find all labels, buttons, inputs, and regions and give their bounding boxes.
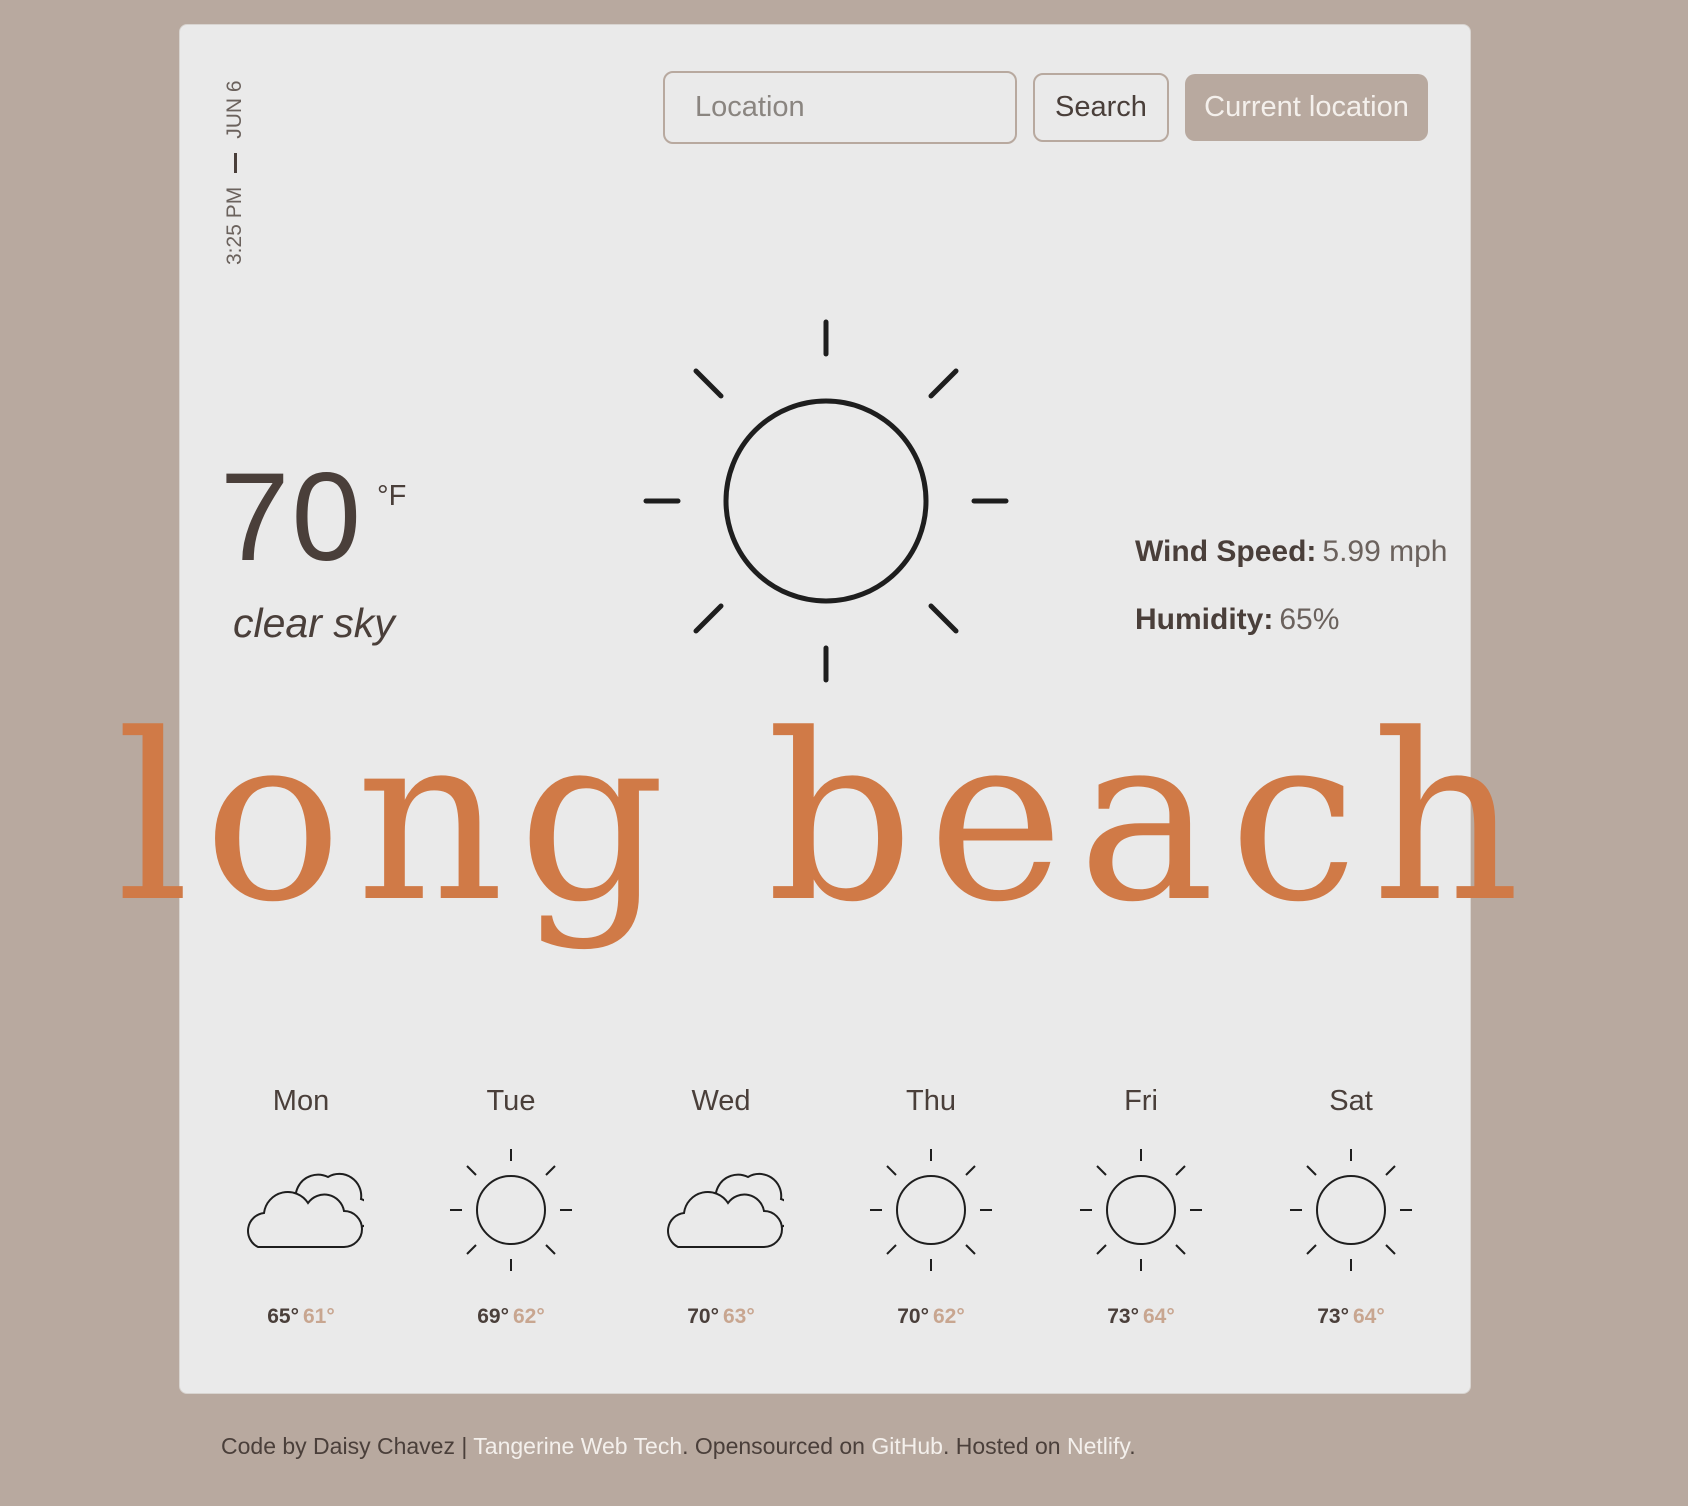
date-label: JUN 6 — [223, 80, 246, 139]
sun-icon — [1080, 1149, 1202, 1271]
forecast-low: 63° — [723, 1305, 755, 1328]
clouds-icon — [247, 1172, 364, 1248]
time-label: 3:25 PM — [223, 186, 246, 265]
forecast-high: 65° — [267, 1305, 299, 1328]
sun-icon — [450, 1149, 572, 1271]
forecast-low: 64° — [1143, 1305, 1175, 1328]
forecast-low: 61° — [303, 1305, 335, 1328]
forecast-high: 70° — [897, 1305, 929, 1328]
forecast-high: 70° — [687, 1305, 719, 1328]
footer-text: . Opensourced on — [682, 1433, 872, 1459]
forecast-low: 64° — [1353, 1305, 1385, 1328]
date-time: 3:25 PM JUN 6 — [220, 80, 250, 265]
tangerine-web-tech-link[interactable]: Tangerine Web Tech — [473, 1433, 682, 1459]
humidity-value: 65% — [1279, 603, 1340, 636]
location-search-input[interactable] — [663, 71, 1017, 144]
forecast-day-name: Sat — [1329, 1085, 1373, 1117]
wind-speed-value: 5.99 mph — [1322, 535, 1448, 568]
forecast-day: Wed 70° 63° — [616, 1085, 826, 1329]
forecast-day-name: Wed — [691, 1085, 751, 1117]
sun-icon — [870, 1149, 992, 1271]
forecast-day: Fri 73° 64° — [1036, 1085, 1246, 1329]
forecast-row: Mon 65° 61° Tue 69° 62° Wed 70° 63° Thu … — [196, 1085, 1456, 1345]
city-name: long beach — [116, 686, 1534, 953]
forecast-high: 69° — [477, 1305, 509, 1328]
forecast-day-name: Mon — [272, 1085, 330, 1117]
sun-icon — [643, 319, 1009, 683]
current-temperature: 70 — [220, 448, 364, 587]
forecast-day: Tue 69° 62° — [406, 1085, 616, 1329]
weather-description: clear sky — [233, 600, 395, 646]
wind-speed: Wind Speed: 5.99 mph — [1135, 535, 1448, 569]
footer-text: . — [1129, 1433, 1136, 1459]
date-separator — [233, 152, 237, 173]
forecast-day: Sat 73° 64° — [1246, 1085, 1456, 1329]
footer-text: . Hosted on — [942, 1433, 1067, 1459]
forecast-day: Mon 65° 61° — [196, 1085, 406, 1329]
footer-credit: Code by Daisy Chavez | — [221, 1433, 474, 1459]
humidity: Humidity: 65% — [1135, 603, 1339, 637]
forecast-day-name: Tue — [486, 1085, 536, 1117]
search-button[interactable]: Search — [1033, 73, 1169, 142]
forecast-low: 62° — [933, 1305, 965, 1328]
footer: Code by Daisy Chavez | Tangerine Web Tec… — [221, 1433, 1136, 1460]
forecast-high: 73° — [1317, 1305, 1349, 1328]
forecast-day-name: Thu — [906, 1085, 956, 1117]
sun-icon — [1290, 1149, 1412, 1271]
github-link[interactable]: GitHub — [871, 1433, 943, 1459]
current-location-button[interactable]: Current location — [1185, 74, 1428, 141]
clouds-icon — [667, 1172, 784, 1248]
forecast-high: 73° — [1107, 1305, 1139, 1328]
forecast-day-name: Fri — [1124, 1085, 1158, 1117]
wind-speed-label: Wind Speed: — [1135, 535, 1317, 568]
netlify-link[interactable]: Netlify — [1067, 1433, 1129, 1459]
temperature-unit: °F — [377, 480, 407, 512]
forecast-low: 62° — [513, 1305, 545, 1328]
forecast-day: Thu 70° 62° — [826, 1085, 1036, 1329]
humidity-label: Humidity: — [1135, 603, 1274, 636]
